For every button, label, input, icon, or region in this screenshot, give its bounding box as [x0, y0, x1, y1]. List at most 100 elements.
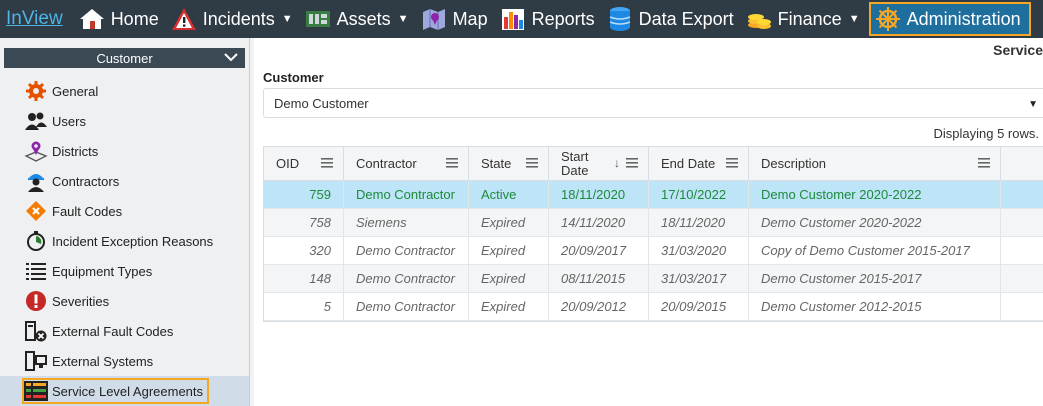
column-menu-icon[interactable]: [978, 158, 990, 168]
customer-select[interactable]: Demo Customer ▼: [263, 88, 1043, 118]
fault-diamond-icon: [24, 199, 48, 223]
cell-oid: 758: [264, 209, 344, 236]
sidebar-item-contractors[interactable]: Contractors: [0, 166, 249, 196]
sla-grid-icon: [24, 379, 48, 403]
sidebar-header-label: Customer: [96, 50, 153, 66]
cell-oid: 148: [264, 265, 344, 292]
sidebar: Customer General Users Districts Contrac…: [0, 38, 250, 406]
sidebar-item-fault-codes[interactable]: Fault Codes: [0, 196, 249, 226]
sla-table: OID Contractor State Start Date ↓ End Da…: [263, 146, 1043, 322]
sidebar-item-external-fault-codes[interactable]: External Fault Codes: [0, 316, 249, 346]
location-pin-icon: [24, 139, 48, 163]
column-header-label: Start Date: [561, 148, 589, 178]
sidebar-item-service-level-agreements[interactable]: Service Level Agreements: [0, 376, 249, 406]
sidebar-item-label: Fault Codes: [52, 203, 123, 219]
cell-end-date: 31/03/2020: [649, 237, 749, 264]
nav-reports-label: Reports: [531, 8, 595, 29]
nav-data-export-label: Data Export: [638, 8, 734, 29]
page-title: Service: [993, 42, 1043, 58]
row-count: Displaying 5 rows.: [933, 126, 1040, 141]
table-row[interactable]: 5 Demo Contractor Expired 20/09/2012 20/…: [264, 293, 1043, 321]
column-header-contractor[interactable]: Contractor: [344, 147, 469, 180]
list-icon: [24, 259, 48, 283]
table-row[interactable]: 759 Demo Contractor Active 18/11/2020 17…: [264, 181, 1043, 209]
sidebar-item-label: Service Level Agreements: [52, 383, 204, 399]
cell-start-date: 14/11/2020: [549, 209, 649, 236]
column-header-start-date[interactable]: Start Date ↓: [549, 147, 649, 180]
map-icon: [421, 6, 447, 32]
nav-map-label: Map: [452, 8, 488, 29]
column-header-filler: [1001, 147, 1043, 180]
sidebar-item-districts[interactable]: Districts: [0, 136, 249, 166]
database-icon: [607, 6, 633, 32]
column-header-description[interactable]: Description: [749, 147, 1001, 180]
nav-finance-label: Finance: [777, 8, 842, 29]
cell-contractor: Demo Contractor: [344, 181, 469, 208]
column-menu-icon[interactable]: [626, 158, 638, 168]
coins-icon: [746, 6, 772, 32]
computer-error-icon: [24, 319, 48, 343]
sidebar-item-users[interactable]: Users: [0, 106, 249, 136]
column-menu-icon[interactable]: [726, 158, 738, 168]
cell-description: Demo Customer 2020-2022: [749, 209, 1001, 236]
column-menu-icon[interactable]: [526, 158, 538, 168]
brand-link[interactable]: InView: [0, 0, 73, 38]
cell-description: Demo Customer 2015-2017: [749, 265, 1001, 292]
cell-oid: 759: [264, 181, 344, 208]
nav-incidents-label: Incidents: [202, 8, 275, 29]
sidebar-header[interactable]: Customer: [4, 48, 245, 68]
cell-state: Expired: [469, 237, 549, 264]
column-menu-icon[interactable]: [446, 158, 458, 168]
customer-label: Customer: [263, 70, 324, 85]
sidebar-item-severities[interactable]: Severities: [0, 286, 249, 316]
column-header-state[interactable]: State: [469, 147, 549, 180]
column-header-label: OID: [276, 156, 300, 171]
cell-contractor: Demo Contractor: [344, 237, 469, 264]
sidebar-item-external-systems[interactable]: External Systems: [0, 346, 249, 376]
column-menu-icon[interactable]: [321, 158, 333, 168]
customer-select-value: Demo Customer: [274, 95, 369, 111]
nav-administration[interactable]: Administration: [868, 2, 1031, 36]
sidebar-item-label: General: [52, 83, 99, 99]
sort-descending-icon[interactable]: ↓: [614, 156, 620, 170]
exclamation-icon: [24, 289, 48, 313]
sidebar-item-equipment-types[interactable]: Equipment Types: [0, 256, 249, 286]
chevron-down-icon[interactable]: [223, 49, 239, 65]
nav-administration-label: Administration: [906, 8, 1021, 29]
circuit-board-icon: [305, 6, 331, 32]
users-icon: [24, 109, 48, 133]
sidebar-item-general[interactable]: General: [0, 76, 249, 106]
nav-incidents[interactable]: Incidents ▼: [165, 0, 299, 38]
warning-icon: [171, 6, 197, 32]
sidebar-item-label: Incident Exception Reasons: [52, 233, 214, 249]
ship-wheel-icon: [875, 6, 901, 32]
sidebar-item-label: Equipment Types: [52, 263, 153, 279]
table-row[interactable]: 758 Siemens Expired 14/11/2020 18/11/202…: [264, 209, 1043, 237]
table-row[interactable]: 320 Demo Contractor Expired 20/09/2017 3…: [264, 237, 1043, 265]
cell-end-date: 20/09/2015: [649, 293, 749, 320]
column-header-label: Contractor: [356, 156, 417, 171]
nav-assets[interactable]: Assets ▼: [299, 0, 415, 38]
column-header-end-date[interactable]: End Date: [649, 147, 749, 180]
chevron-down-icon: ▼: [848, 13, 860, 25]
stopwatch-icon: [24, 229, 48, 253]
nav-data-export[interactable]: Data Export: [601, 0, 740, 38]
nav-assets-label: Assets: [336, 8, 391, 29]
dropdown-arrow-icon: ▼: [1028, 99, 1038, 110]
nav-finance[interactable]: Finance ▼: [740, 0, 866, 38]
sidebar-item-incident-exception-reasons[interactable]: Incident Exception Reasons: [0, 226, 249, 256]
table-header: OID Contractor State Start Date ↓ End Da…: [264, 147, 1043, 181]
nav-map[interactable]: Map: [415, 0, 494, 38]
nav-home-label: Home: [110, 8, 159, 29]
cell-state: Active: [469, 181, 549, 208]
cell-contractor: Siemens: [344, 209, 469, 236]
column-header-oid[interactable]: OID: [264, 147, 344, 180]
table-row[interactable]: 148 Demo Contractor Expired 08/11/2015 3…: [264, 265, 1043, 293]
cell-description: Demo Customer 2020-2022: [749, 181, 1001, 208]
nav-home[interactable]: Home: [73, 0, 165, 38]
cell-oid: 320: [264, 237, 344, 264]
cell-start-date: 18/11/2020: [549, 181, 649, 208]
nav-reports[interactable]: Reports: [494, 0, 601, 38]
chevron-down-icon: ▼: [397, 13, 409, 25]
sidebar-item-label: Contractors: [52, 173, 120, 189]
